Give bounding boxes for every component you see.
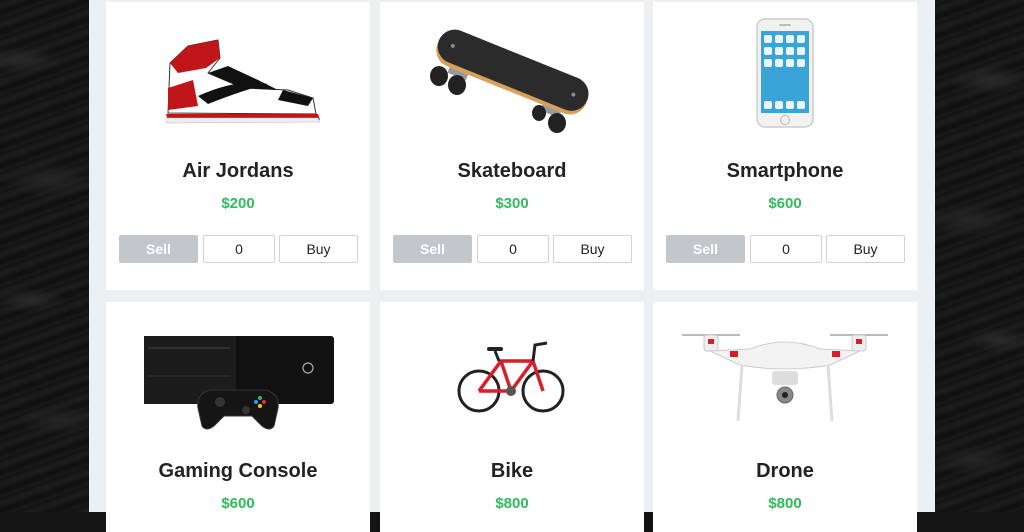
product-name: Drone [756,460,814,482]
product-price: $800 [495,495,529,512]
product-card: Drone $800 [653,302,917,532]
product-card: Air Jordans $200 Sell Buy [106,2,370,290]
product-price: $300 [495,195,529,212]
bicycle-icon [380,302,644,444]
trade-controls: Sell Buy [666,235,905,265]
buy-button[interactable]: Buy [279,235,358,263]
product-price: $600 [221,495,255,512]
product-name: Gaming Console [158,460,318,482]
sell-button[interactable]: Sell [119,235,198,263]
product-name: Bike [490,460,534,482]
trade-controls: Sell Buy [393,235,632,265]
quantity-input[interactable] [203,235,275,263]
quantity-input[interactable] [750,235,822,263]
sneaker-icon [106,2,370,144]
product-card: Bike $800 [380,302,644,532]
game-console-icon [106,302,370,444]
sell-button[interactable]: Sell [666,235,745,263]
product-name: Skateboard [457,160,567,182]
trade-controls: Sell Buy [119,235,358,265]
smartphone-icon [653,2,917,144]
buy-button[interactable]: Buy [826,235,905,263]
buy-button[interactable]: Buy [553,235,632,263]
product-grid: Air Jordans $200 Sell Buy [89,0,935,532]
product-price: $800 [768,495,802,512]
sell-button[interactable]: Sell [393,235,472,263]
product-card: Smartphone $600 Sell Buy [653,2,917,290]
product-price: $200 [221,195,255,212]
drone-icon [653,302,917,444]
product-card: Skateboard $300 Sell Buy [380,2,644,290]
product-name: Air Jordans [182,160,294,182]
quantity-input[interactable] [477,235,549,263]
product-price: $600 [768,195,802,212]
product-name: Smartphone [726,160,844,182]
skateboard-icon [380,2,644,144]
product-card: Gaming Console $600 [106,302,370,532]
